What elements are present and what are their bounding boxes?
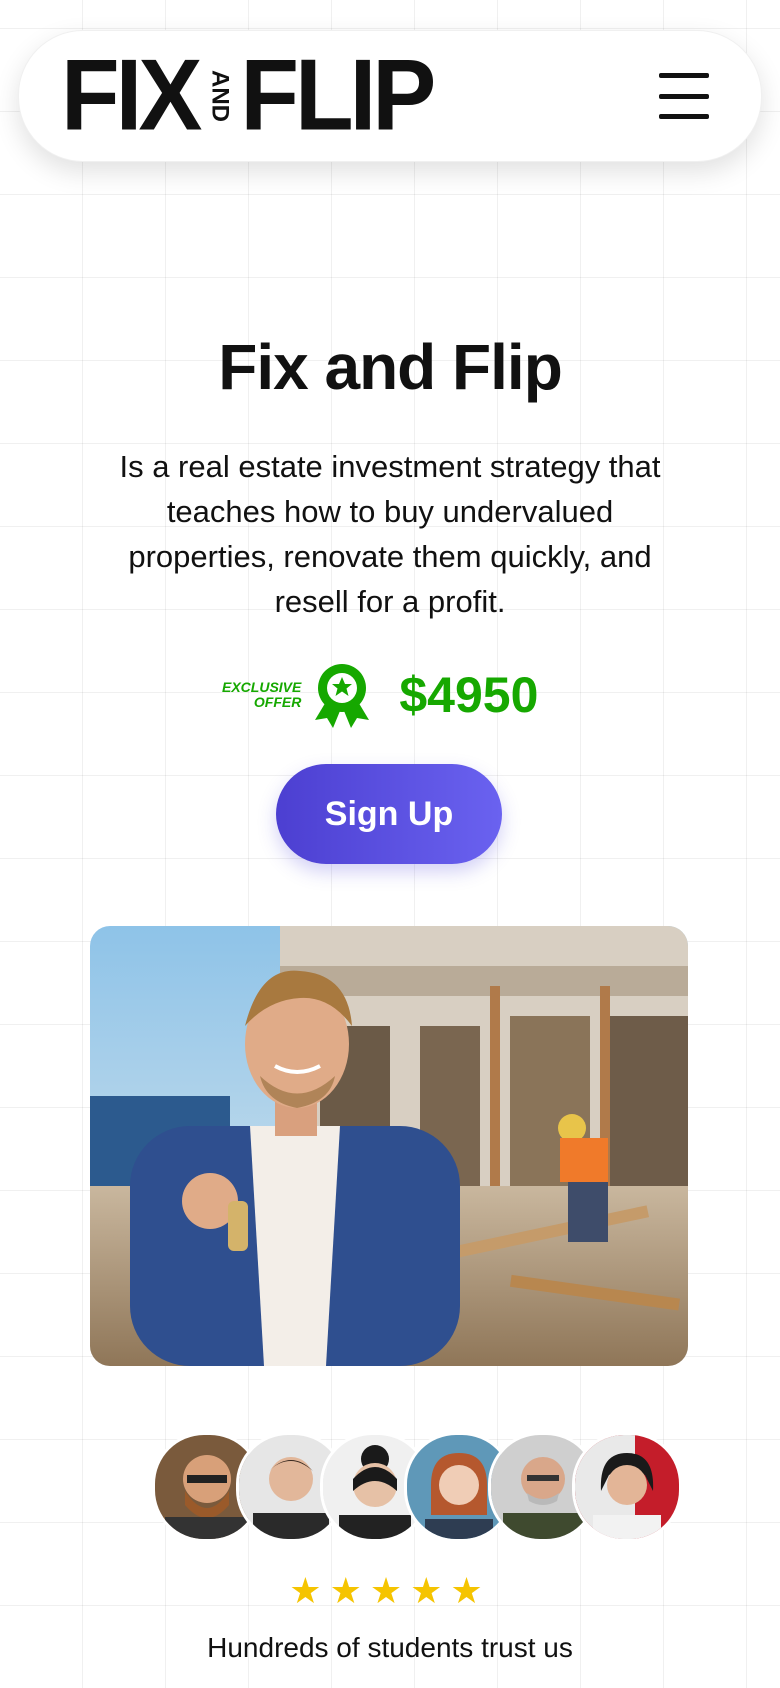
- hero-description: Is a real estate investment strategy tha…: [119, 449, 661, 619]
- student-avatars: [152, 1432, 682, 1542]
- hamburger-menu-icon[interactable]: [659, 73, 709, 119]
- star-icon: ★: [410, 1570, 451, 1611]
- star-icon: ★: [450, 1570, 491, 1611]
- top-navbar: FIX AND FLIP: [18, 30, 762, 162]
- logo-flip: FLIP: [240, 39, 436, 152]
- hero-photo: [90, 926, 688, 1366]
- star-icon: ★: [289, 1570, 330, 1611]
- offer-label-line2: OFFER: [253, 694, 302, 710]
- exclusive-offer: EXCLUSIVE OFFER $4950: [222, 660, 538, 730]
- logo-fix: FIX: [61, 39, 202, 152]
- logo-and-text: AND: [207, 70, 232, 122]
- brand-logo[interactable]: FIX AND FLIP: [61, 45, 436, 146]
- star-icon: ★: [369, 1570, 411, 1611]
- logo-and: AND: [206, 60, 232, 132]
- star-icon: ★: [329, 1570, 370, 1611]
- trust-caption: Hundreds of students trust us: [207, 1632, 573, 1663]
- rating-stars: ★★★★★: [0, 1570, 780, 1612]
- offer-label: EXCLUSIVE OFFER: [222, 680, 301, 710]
- sign-up-button[interactable]: Sign Up: [276, 764, 502, 864]
- avatar: [572, 1432, 682, 1542]
- price: $4950: [399, 667, 539, 723]
- page-title: Fix and Flip: [218, 331, 563, 403]
- offer-label-line1: EXCLUSIVE: [222, 679, 302, 695]
- award-badge-icon: [315, 664, 370, 728]
